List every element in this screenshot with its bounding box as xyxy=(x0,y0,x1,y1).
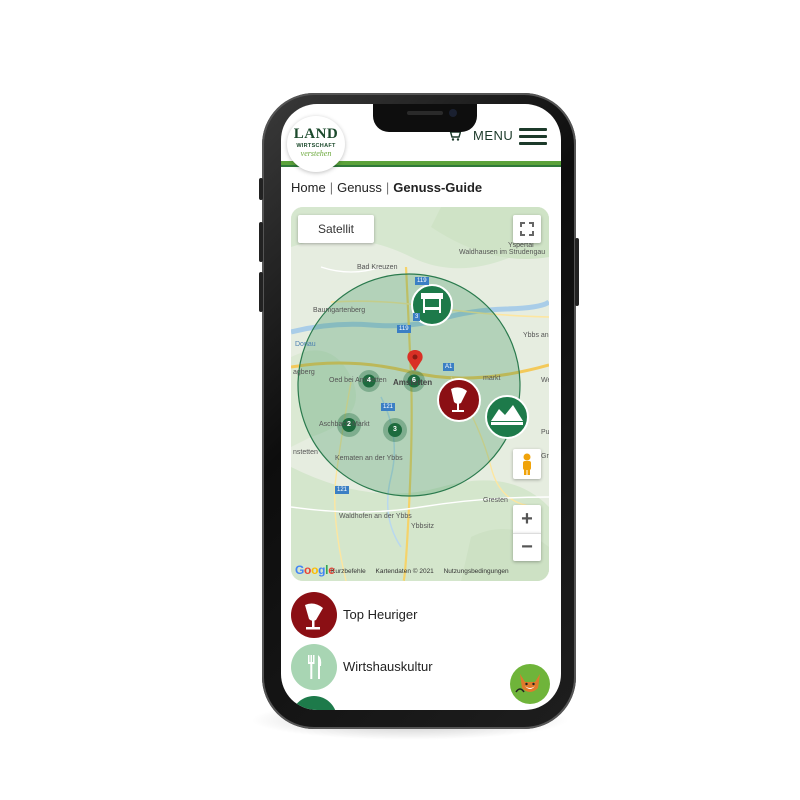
road-label: A1 xyxy=(443,363,455,371)
power-button xyxy=(575,238,579,306)
menu-label[interactable]: MENU xyxy=(473,128,513,143)
satellite-toggle-button[interactable]: Satellit xyxy=(298,215,374,243)
place-label: Waldhausen im Strudengau xyxy=(459,249,546,256)
map-attribution: Kurzbefehle Kartendaten © 2021 Nutzungsb… xyxy=(331,568,517,575)
hamburger-icon[interactable] xyxy=(519,128,547,146)
map-data-credit: Kartendaten © 2021 xyxy=(375,568,434,575)
google-logo: Google xyxy=(295,563,335,577)
place-label: Ybbs an der Donau xyxy=(523,332,549,339)
street-view-button[interactable] xyxy=(513,449,541,479)
genuss-map[interactable]: Yspertal Waldhausen im Strudengau Bad Kr… xyxy=(291,207,549,581)
place-label: Gre xyxy=(541,453,549,460)
cluster-count: 6 xyxy=(412,377,416,384)
breadcrumb-home[interactable]: Home xyxy=(291,180,326,195)
volume-down-button xyxy=(259,272,263,312)
place-label: Baumgartenberg xyxy=(313,307,366,314)
road-label: 121 xyxy=(335,486,350,494)
breadcrumb-current: Genuss-Guide xyxy=(393,180,483,195)
breadcrumb: Home | Genuss | Genuss-Guide xyxy=(291,180,482,195)
place-label: nstetten xyxy=(293,449,318,456)
place-label: Pu xyxy=(541,429,549,436)
place-label: Bad Kreuzen xyxy=(357,264,398,271)
fullscreen-button[interactable] xyxy=(513,215,541,243)
wine-glass-icon xyxy=(291,592,337,638)
logo-text-verstehen: verstehen xyxy=(300,149,332,158)
terms-link[interactable]: Nutzungsbedingungen xyxy=(444,568,509,575)
category-icon xyxy=(291,696,337,710)
road-label: 3 xyxy=(413,313,421,321)
fork-knife-icon xyxy=(291,644,337,690)
phone-screen: LAND WIRTSCHAFT verstehen MENU Home | Genu… xyxy=(281,104,561,710)
place-label: We xyxy=(541,377,549,384)
product-mockup: LAND WIRTSCHAFT verstehen MENU Home | Genu… xyxy=(0,0,800,800)
road-label: 119 xyxy=(397,325,411,333)
silent-switch xyxy=(259,178,263,200)
place-label: Gresten xyxy=(483,497,508,504)
cluster-count: 2 xyxy=(347,421,351,428)
farm-landscape-icon[interactable] xyxy=(485,395,529,439)
road-label: 121 xyxy=(381,403,396,411)
zoom-in-button[interactable]: + xyxy=(513,505,541,533)
logo-text-land: LAND xyxy=(293,126,339,142)
phone-notch xyxy=(373,104,477,132)
road-label: 119 xyxy=(415,277,429,285)
fox-icon xyxy=(515,674,540,693)
place-label: agberg xyxy=(293,369,315,376)
fox-chat-button[interactable] xyxy=(510,664,550,704)
place-label: Waldhofen an der Ybbs xyxy=(339,513,412,520)
legend-item-category[interactable] xyxy=(291,696,511,710)
cluster-count: 4 xyxy=(367,377,371,384)
place-label: Kematen an der Ybbs xyxy=(335,455,403,462)
pegman-icon xyxy=(523,453,531,475)
legend-label: Top Heuriger xyxy=(343,607,418,622)
place-label: Ybbsitz xyxy=(411,523,434,530)
breadcrumb-separator: | xyxy=(385,180,390,195)
volume-up-button xyxy=(259,222,263,262)
legend-item-top-heuriger[interactable]: Top Heuriger xyxy=(291,592,511,638)
breadcrumb-separator: | xyxy=(329,180,334,195)
zoom-out-button[interactable]: − xyxy=(513,533,541,561)
site-logo[interactable]: LAND WIRTSCHAFT verstehen xyxy=(287,116,345,172)
legend-item-wirtshauskultur[interactable]: Wirtshauskultur xyxy=(291,644,511,690)
fullscreen-icon xyxy=(520,222,534,236)
place-label: markt xyxy=(483,375,501,382)
cluster-count: 3 xyxy=(393,426,397,433)
front-camera xyxy=(449,109,457,117)
wine-glass-icon[interactable] xyxy=(437,378,481,422)
breadcrumb-genuss[interactable]: Genuss xyxy=(337,180,382,195)
place-label: Donau xyxy=(295,341,316,348)
legend-label: Wirtshauskultur xyxy=(343,659,433,674)
speaker-grille xyxy=(407,111,443,115)
keyboard-shortcuts-link[interactable]: Kurzbefehle xyxy=(331,568,366,575)
place-label: Oed bei Amstetten xyxy=(329,377,387,384)
